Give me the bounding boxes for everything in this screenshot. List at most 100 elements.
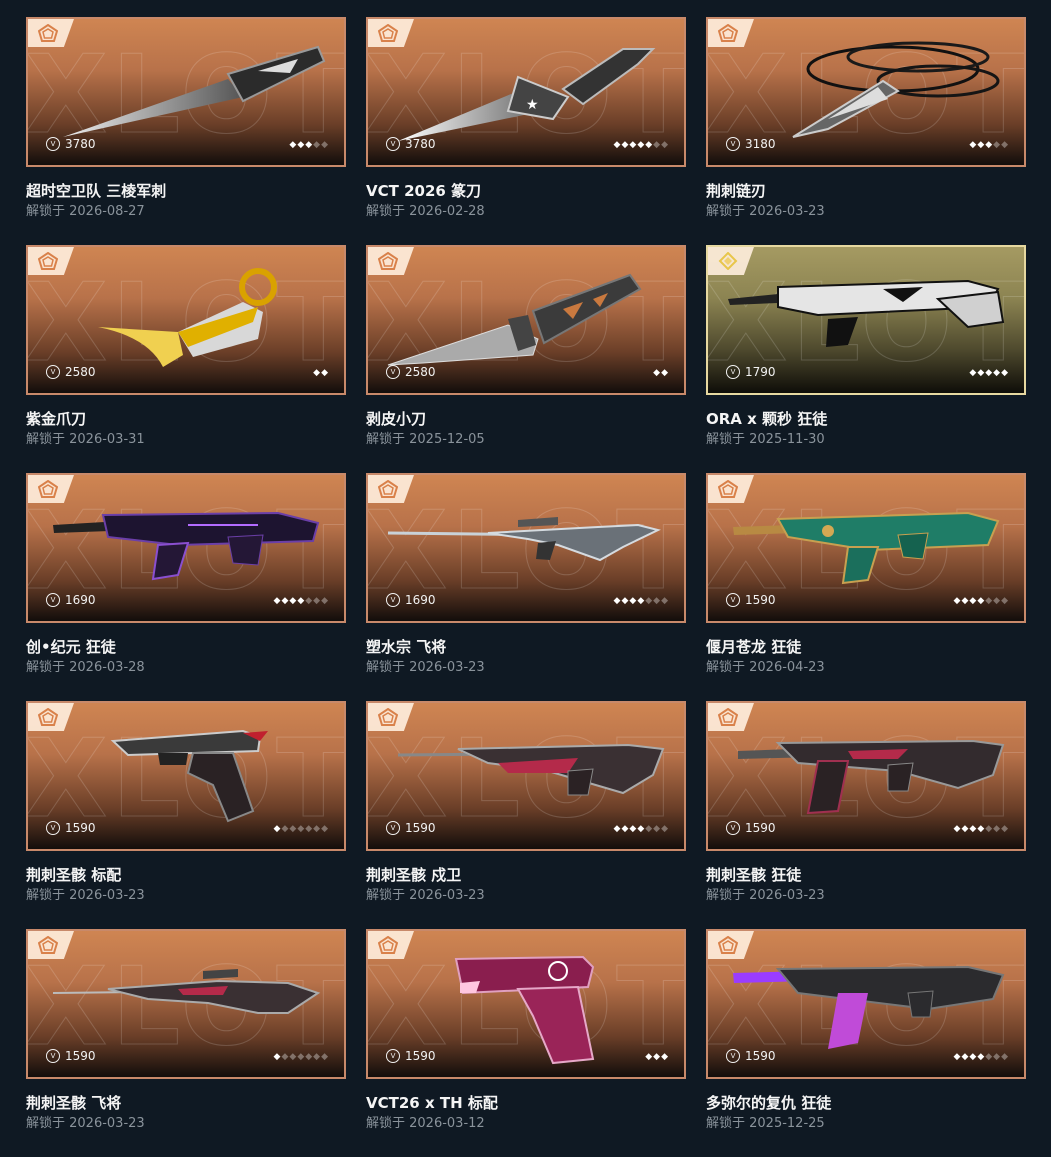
skin-thumbnail[interactable]: XLOT V 1590 ◆◆◆◆◆◆◆ [26, 701, 346, 851]
skin-card-8[interactable]: XLOT V 1690 ◆ ◆ ◆ ◆ ◆ ◆ ◆ 塑水宗 飞将 解锁于 2026-03-2… [366, 473, 686, 701]
skin-card-13[interactable]: XLOT V 1590 ◆ ◆ ◆ ◆ ◆ ◆ ◆ 荆刺圣骸 飞将 解锁于 2026-03-… [26, 929, 346, 1157]
level-diamond-filled-icon: ◆ [953, 1052, 961, 1062]
skin-thumbnail[interactable]: XLOT V 2580 ◆◆ [26, 245, 346, 395]
skin-card-11[interactable]: XLOT V 1590 ◆ ◆ ◆ ◆ ◆ ◆ ◆ 荆刺圣骸 戍卫 解锁于 2026-03-… [366, 701, 686, 929]
pentagon-tier-icon [718, 24, 738, 42]
skin-card-15[interactable]: XLOT V 1590 ◆ ◆ ◆ ◆ ◆ ◆ ◆ 多弥尔的复仇 狂徒 解锁于 2025-1… [706, 929, 1026, 1157]
skin-thumbnail[interactable]: XLOT V 3780 ◆◆◆◆◆ [26, 17, 346, 167]
level-diamond-empty-icon: ◆ [1001, 596, 1008, 606]
upgrade-level-indicator: ◆ ◆ ◆ ◆ ◆ ◆ ◆ [614, 141, 668, 150]
skin-thumbnail[interactable]: XLOT ★ V 3780 ◆◆◆◆◆◆◆ [366, 17, 686, 167]
level-diamond-empty-icon: ◆ [653, 140, 661, 150]
level-diamond-empty-icon: ◆ [289, 1052, 297, 1062]
svg-text:★: ★ [526, 97, 539, 113]
level-diamond-empty-icon: ◆ [281, 1052, 289, 1062]
skin-card-3[interactable]: XLOT V 3180 ◆ ◆ ◆ ◆ ◆ 荆刺链刃 解锁于 2026-03-23 [706, 17, 1026, 245]
pentagon-tier-icon [718, 480, 738, 498]
skin-card-9[interactable]: XLOT V 1590 ◆◆◆◆◆◆◆ 偃月苍龙 狂徒 解锁于 2026-04-… [706, 473, 1026, 701]
level-diamond-filled-icon: ◆ [621, 140, 629, 150]
skin-name: 荆刺链刃 [706, 182, 767, 200]
skin-collection-grid: XLOT V 3780 ◆◆◆◆◆ 超时空卫队 三棱军刺 解锁于 2026-08… [26, 17, 1026, 1157]
upgrade-level-indicator: ◆ ◆ ◆ ◆ ◆ ◆ ◆ [954, 1053, 1008, 1062]
skin-thumbnail[interactable]: XLOT V 2580 ◆◆ [366, 245, 686, 395]
level-diamond-filled-icon: ◆ [273, 824, 281, 834]
skin-thumbnail[interactable]: XLOT V 1690 ◆◆◆◆◆◆◆ [366, 473, 686, 623]
price-tag: V 2580 [46, 365, 96, 379]
level-diamond-empty-icon: ◆ [1001, 140, 1008, 150]
skin-name: 剥皮小刀 [366, 410, 427, 428]
skin-card-5[interactable]: XLOT V 2580 ◆◆ 剥皮小刀 解锁于 2025-12-05 [366, 245, 686, 473]
level-diamond-empty-icon: ◆ [313, 1052, 321, 1062]
skin-card-4[interactable]: XLOT V 2580 ◆ ◆ 紫金爪刀 解锁于 2026-03-31 [26, 245, 346, 473]
level-diamond-empty-icon: ◆ [993, 1052, 1001, 1062]
level-diamond-filled-icon: ◆ [281, 596, 289, 606]
level-diamond-filled-icon: ◆ [645, 1052, 653, 1062]
level-diamond-empty-icon: ◆ [653, 824, 661, 834]
level-diamond-filled-icon: ◆ [961, 824, 969, 834]
pentagon-tier-icon [718, 936, 738, 954]
level-diamond-filled-icon: ◆ [969, 1052, 977, 1062]
level-diamond-filled-icon: ◆ [313, 368, 321, 378]
skin-name: 多弥尔的复仇 狂徒 [706, 1094, 832, 1112]
level-diamond-empty-icon: ◆ [661, 140, 668, 150]
level-diamond-filled-icon: ◆ [637, 596, 645, 606]
pentagon-tier-icon [718, 708, 738, 726]
upgrade-level-indicator: ◆ ◆ ◆ ◆ ◆ ◆ ◆ [274, 597, 328, 606]
skin-thumbnail[interactable]: XLOT V 1790 ◆ ◆ ◆ ◆ ◆ [706, 245, 1026, 395]
level-diamond-empty-icon: ◆ [993, 140, 1001, 150]
vp-icon: V [726, 1049, 740, 1063]
unlock-date: 解锁于 2026-03-23 [366, 660, 485, 675]
skin-thumbnail[interactable]: XLOT V 1590 ◆◆◆◆◆◆◆ [706, 473, 1026, 623]
level-diamond-empty-icon: ◆ [281, 824, 289, 834]
unlock-date: 解锁于 2026-03-28 [26, 660, 145, 675]
skin-card-10[interactable]: XLOT V 1590 ◆ ◆ ◆ ◆ ◆ ◆ ◆ 荆刺圣骸 标配 解锁于 2026-03-… [26, 701, 346, 929]
skin-card-7[interactable]: XLOT V 1690 ◆◆◆◆◆◆◆ 创•纪元 狂徒 解锁于 2026-03-… [26, 473, 346, 701]
level-diamond-empty-icon: ◆ [1001, 1052, 1008, 1062]
level-diamond-filled-icon: ◆ [621, 596, 629, 606]
upgrade-level-indicator: ◆ ◆ ◆ ◆ ◆ ◆ ◆ [274, 1053, 328, 1062]
price-tag: V 1590 [386, 1049, 436, 1063]
level-diamond-filled-icon: ◆ [645, 140, 653, 150]
level-diamond-empty-icon: ◆ [993, 596, 1001, 606]
level-diamond-filled-icon: ◆ [653, 1052, 661, 1062]
vp-icon: V [386, 365, 400, 379]
level-diamond-empty-icon: ◆ [321, 140, 328, 150]
skin-thumbnail[interactable]: XLOT V 1690 ◆◆◆◆◆◆◆ [26, 473, 346, 623]
skin-name: VCT26 x TH 标配 [366, 1094, 498, 1112]
skin-card-1[interactable]: XLOT V 3780 ◆◆◆◆◆ 超时空卫队 三棱军刺 解锁于 2026-08… [26, 17, 346, 245]
price-tag: V 3180 [726, 137, 776, 151]
skin-card-6[interactable]: XLOT V 1790 ◆ ◆ ◆ ◆ ◆ ORA x 颗秒 狂徒 解锁于 2025-1… [706, 245, 1026, 473]
price-tag: V 1590 [726, 1049, 776, 1063]
skin-thumbnail[interactable]: XLOT V 1590 ◆◆◆◆◆◆◆ [706, 929, 1026, 1079]
upgrade-level-indicator: ◆ ◆ ◆ ◆ ◆ ◆ ◆ [614, 597, 668, 606]
vp-icon: V [46, 593, 60, 607]
skin-card-14[interactable]: XLOT V 1590 ◆ ◆ ◆ VCT26 x TH 标配 解锁于 2026-0… [366, 929, 686, 1157]
level-diamond-empty-icon: ◆ [321, 824, 328, 834]
skin-thumbnail[interactable]: XLOT V 1590 ◆◆◆◆◆◆◆ [366, 701, 686, 851]
skin-thumbnail[interactable]: XLOT V 1590 ◆ ◆ ◆ [366, 929, 686, 1079]
upgrade-level-indicator: ◆ ◆ [313, 369, 328, 378]
skin-card-12[interactable]: XLOT V 1590 ◆ ◆ ◆ ◆ ◆ ◆ ◆ 荆刺圣骸 狂徒 解锁于 2026-03-… [706, 701, 1026, 929]
level-diamond-empty-icon: ◆ [985, 824, 993, 834]
level-diamond-filled-icon: ◆ [637, 824, 645, 834]
pentagon-tier-icon [378, 708, 398, 726]
skin-name: 荆刺圣骸 飞将 [26, 1094, 122, 1112]
pentagon-tier-icon [38, 480, 58, 498]
skin-card-2[interactable]: XLOT ★ V 3780 ◆◆◆◆◆◆◆ VCT 2026 篆刀 解锁于 20… [366, 17, 686, 245]
price-value: 1690 [65, 593, 96, 607]
level-diamond-empty-icon: ◆ [305, 596, 313, 606]
skin-name: 偃月苍龙 狂徒 [706, 638, 802, 656]
price-tag: V 3780 [386, 137, 436, 151]
skin-thumbnail[interactable]: XLOT V 3180 ◆ ◆ ◆ ◆ ◆ [706, 17, 1026, 167]
level-diamond-filled-icon: ◆ [637, 140, 645, 150]
level-diamond-filled-icon: ◆ [985, 368, 993, 378]
upgrade-level-indicator: ◆ ◆ ◆ ◆ ◆ ◆ ◆ [954, 825, 1008, 834]
skin-thumbnail[interactable]: XLOT V 1590 ◆◆◆◆◆◆◆ [26, 929, 346, 1079]
unlock-date: 解锁于 2026-02-28 [366, 204, 485, 219]
price-tag: V 2580 [386, 365, 436, 379]
level-diamond-empty-icon: ◆ [653, 596, 661, 606]
skin-thumbnail[interactable]: XLOT V 1590 ◆◆◆◆◆◆◆ [706, 701, 1026, 851]
vp-icon: V [386, 593, 400, 607]
level-diamond-filled-icon: ◆ [629, 140, 637, 150]
vp-icon: V [46, 1049, 60, 1063]
